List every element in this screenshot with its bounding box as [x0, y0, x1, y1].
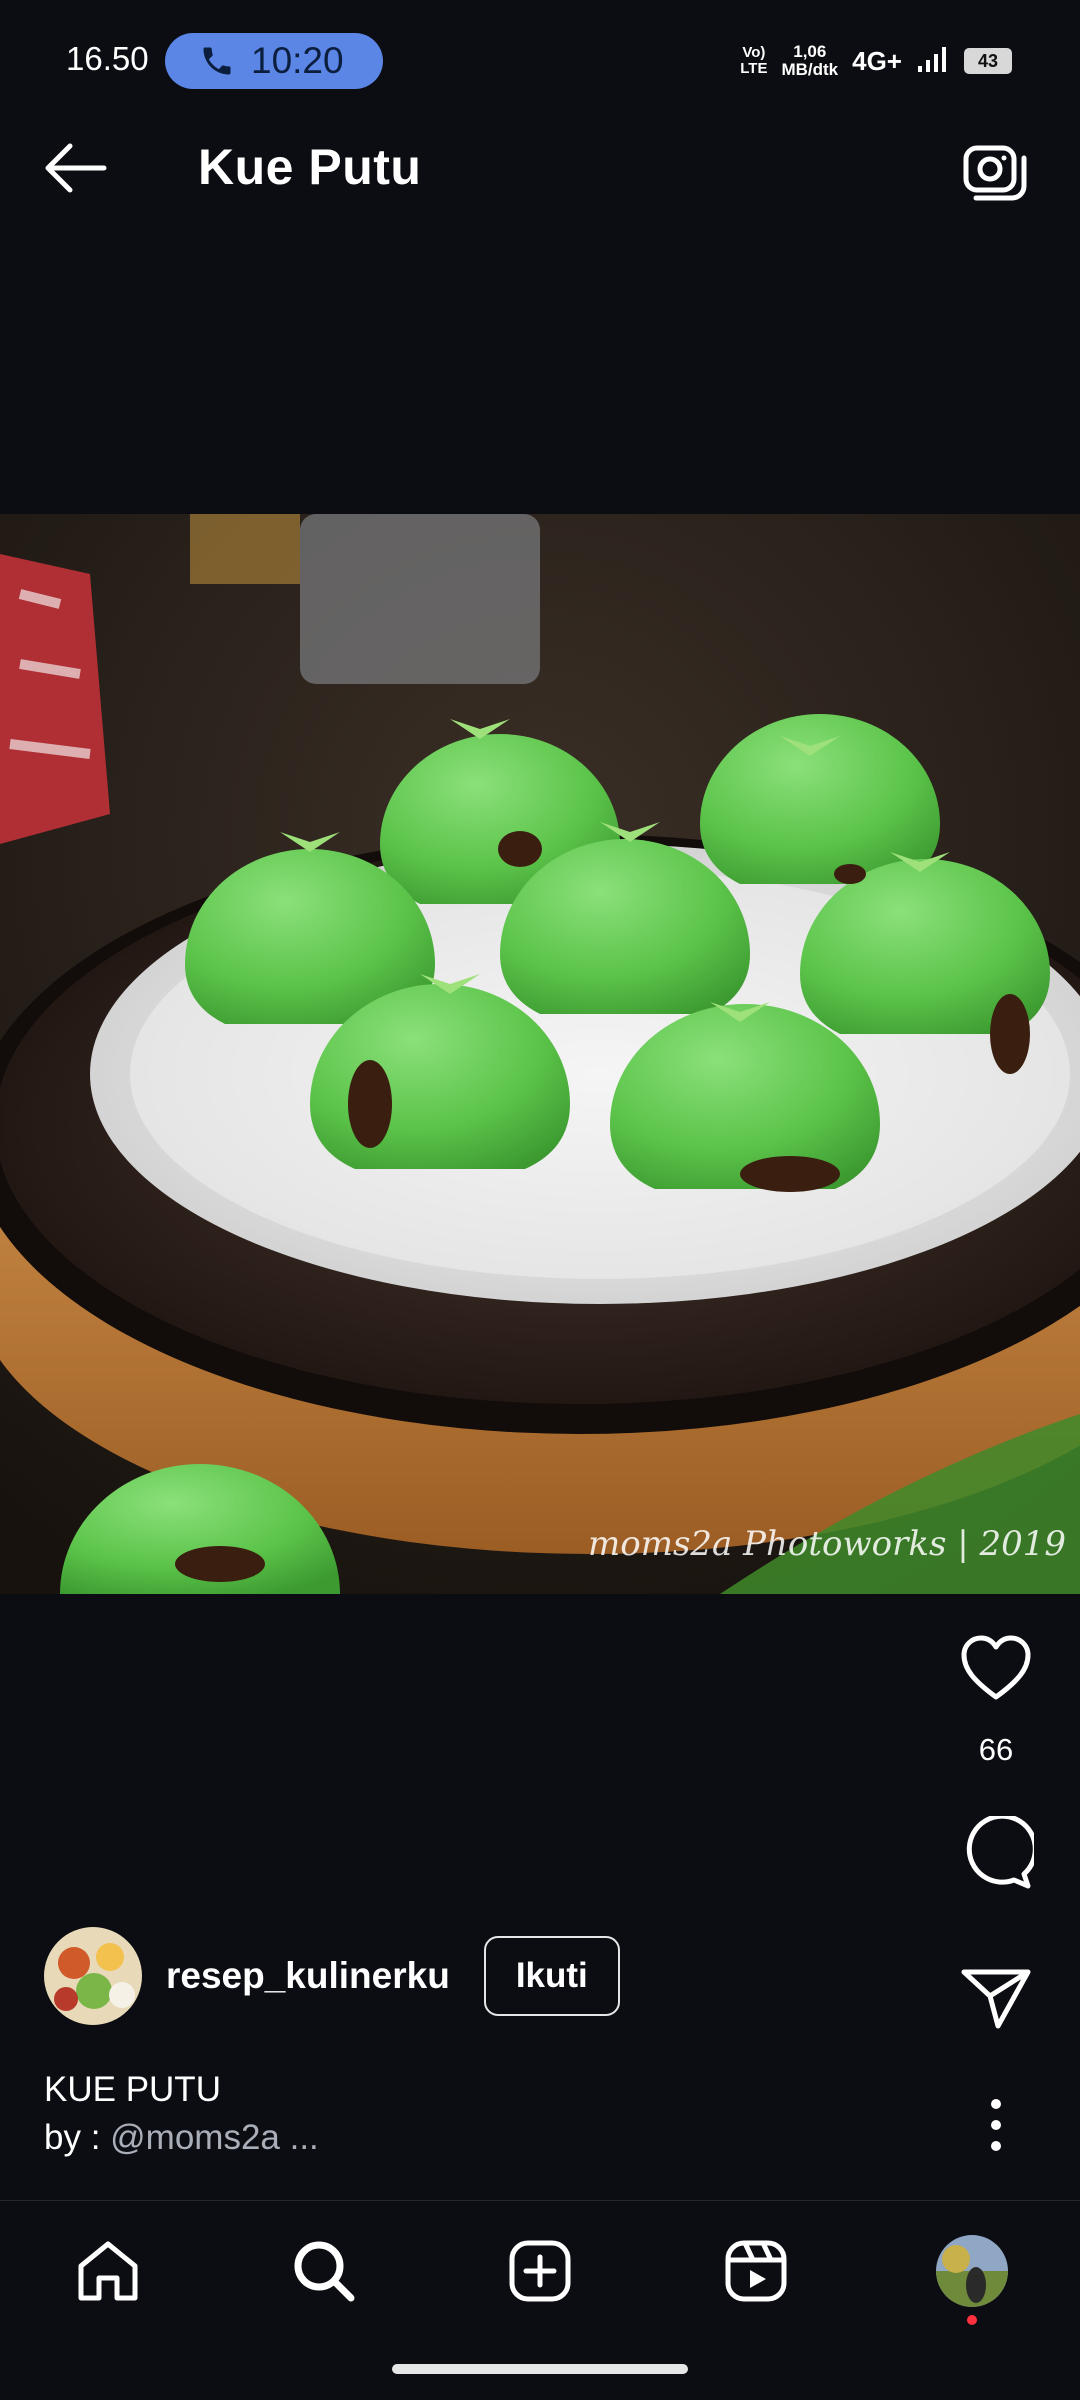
- network-type: 4G+: [852, 45, 902, 76]
- call-timer: 10:20: [251, 40, 344, 81]
- post-photo[interactable]: moms2a Photoworks | 2019: [0, 514, 1080, 1594]
- comment-button[interactable]: [956, 1814, 1036, 1894]
- create-icon: [509, 2240, 571, 2302]
- nav-reels[interactable]: [716, 2231, 796, 2311]
- avatar[interactable]: [44, 1927, 142, 2025]
- post-caption[interactable]: KUE PUTU by : @moms2a ...: [44, 2066, 319, 2162]
- arrow-left-icon[interactable]: [40, 138, 112, 198]
- share-button[interactable]: [956, 1958, 1036, 2038]
- heart-icon: [961, 1635, 1031, 1700]
- phone-icon: [203, 47, 231, 75]
- top-app-bar: Kue Putu: [0, 94, 1080, 244]
- nav-home[interactable]: [68, 2231, 148, 2311]
- caption-title: KUE PUTU: [44, 2070, 221, 2109]
- notification-dot: [967, 2315, 977, 2325]
- nav-create[interactable]: [500, 2231, 580, 2311]
- battery-level: 43: [977, 50, 999, 71]
- page-title: Kue Putu: [198, 139, 422, 195]
- status-indicators: Vo) LTE 1,06 MB/dtk 4G+ 43: [740, 36, 1012, 86]
- reels-icon: [725, 2240, 787, 2302]
- photo-watermark: moms2a Photoworks | 2019: [588, 1524, 1066, 1564]
- send-icon: [961, 1969, 1031, 2029]
- caption-by: by :: [44, 2118, 111, 2157]
- status-bar: 16.50 10:20 Vo) LTE 1,06 MB/dtk 4G+ 43: [0, 0, 1080, 94]
- follow-button[interactable]: Ikuti: [483, 1936, 620, 2016]
- author-row: resep_kulinerku Ikuti: [44, 1926, 620, 2026]
- nav-profile[interactable]: [932, 2231, 1012, 2311]
- home-indicator[interactable]: [392, 2364, 688, 2374]
- nav-search[interactable]: [284, 2231, 364, 2311]
- like-count[interactable]: 66: [956, 1732, 1036, 1768]
- network-speed: 1,06 MB/dtk: [781, 42, 839, 79]
- signal-icon: [916, 44, 950, 79]
- like-button[interactable]: [956, 1628, 1036, 1708]
- ongoing-call-pill[interactable]: 10:20: [165, 33, 383, 89]
- profile-avatar: [936, 2235, 1008, 2307]
- camera-icon[interactable]: [962, 138, 1028, 202]
- comment-icon: [966, 1816, 1034, 1889]
- caption-handle[interactable]: @moms2a ...: [110, 2118, 319, 2157]
- more-vertical-icon[interactable]: [964, 2090, 1028, 2160]
- volte-indicator: Vo) LTE: [740, 44, 768, 77]
- search-icon: [294, 2241, 355, 2302]
- home-icon: [78, 2241, 138, 2301]
- username[interactable]: resep_kulinerku: [166, 1955, 450, 1997]
- status-time: 16.50: [66, 40, 149, 77]
- battery-icon: 43: [964, 48, 1012, 74]
